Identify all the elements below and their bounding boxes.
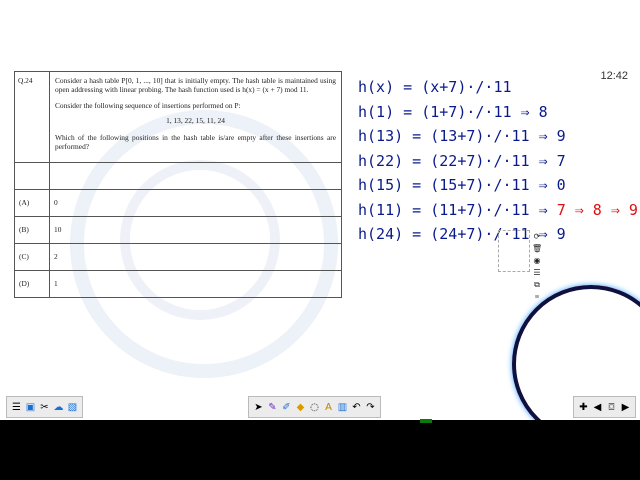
option-label: (B)	[14, 215, 50, 244]
note-line-4: h(22) = (22+7)·/·11 ⇒ 7	[358, 152, 640, 177]
note-probe-sequence: 7 ⇒ 8 ⇒ 9 ⇒ 10	[556, 200, 640, 219]
more-icon[interactable]: ≡	[532, 292, 542, 302]
question-number: Q.24	[14, 71, 50, 163]
note-text: h(22) = (22+7)·/·11 ⇒ 7	[358, 151, 566, 170]
note-text: h(x) = (x+7)·/·11	[358, 78, 512, 96]
whiteboard-canvas[interactable]: 12:42 Q.24 Consider a hash table P[0, 1,…	[0, 0, 640, 420]
fill-icon[interactable]: ▥	[337, 402, 348, 413]
option-value: 2	[49, 242, 342, 271]
selection-box[interactable]	[498, 230, 530, 272]
menu-icon[interactable]: ☰	[11, 402, 22, 413]
option-label: (D)	[14, 269, 50, 298]
highlighter-icon[interactable]: ✐	[281, 402, 292, 413]
option-value: 0	[49, 188, 342, 217]
question-para-2: Consider the following sequence of inser…	[55, 100, 241, 110]
note-text: h(13) = (13+7)·/·11 ⇒ 9	[358, 127, 566, 145]
floating-mini-toolbar: ⟳ 🗑 ◉ ☰ ⧉ ≡	[532, 232, 546, 302]
pointer-icon[interactable]: ➤	[253, 402, 264, 413]
copy-icon[interactable]: ⧉	[532, 280, 542, 290]
note-text: h(11) = (11+7)·/·11 ⇒	[358, 200, 557, 219]
left-dock: ☰ ▣ ✂ ☁ ▧	[6, 396, 83, 418]
monitor-icon[interactable]: ▣	[25, 402, 36, 413]
spacer-row	[14, 161, 342, 190]
lock-icon[interactable]: ◉	[532, 256, 542, 266]
option-row-a[interactable]: (A) 0	[14, 188, 342, 217]
undo-icon[interactable]: ↶	[351, 402, 362, 413]
page-dock: ✚ ◀ ⌼ ▶	[573, 396, 636, 418]
note-line-6: h(11) = (11+7)·/·11 ⇒ 7 ⇒ 8 ⇒ 9 ⇒ 10	[358, 201, 640, 226]
handwritten-notes: h(x) = (x+7)·/·11 h(1) = (1+7)·/·11 ⇒ 8 …	[358, 78, 640, 250]
camera-icon[interactable]: ⌼	[606, 402, 617, 413]
tools-icon[interactable]: ✂	[39, 402, 50, 413]
main-toolbar: ➤ ✎ ✐ ◆ ◌ A ▥ ↶ ↷	[248, 396, 381, 418]
eraser-icon[interactable]: ◌	[309, 402, 320, 413]
layer-icon[interactable]: ☰	[532, 268, 542, 278]
redo-icon[interactable]: ↷	[365, 402, 376, 413]
question-sequence: 1, 13, 22, 15, 11, 24	[166, 115, 225, 125]
question-row: Q.24 Consider a hash table P[0, 1, ..., …	[14, 71, 342, 163]
note-line-3: h(13) = (13+7)·/·11 ⇒ 9	[358, 127, 640, 152]
note-text: h(1) = (1+7)·/·11 ⇒ 8	[358, 102, 548, 121]
note-line-1: h(x) = (x+7)·/·11	[358, 78, 640, 103]
note-text: h(15) = (15+7)·/·11 ⇒ 0	[358, 176, 566, 194]
question-para-3: Which of the following positions in the …	[55, 133, 336, 152]
option-value: 1	[49, 269, 342, 298]
delete-icon[interactable]: 🗑	[532, 244, 542, 254]
text-icon[interactable]: A	[323, 402, 334, 413]
image-icon[interactable]: ▧	[67, 402, 78, 413]
add-page-icon[interactable]: ✚	[578, 402, 589, 413]
option-value: 10	[49, 215, 342, 244]
rotate-icon[interactable]: ⟳	[532, 232, 542, 242]
pen-icon[interactable]: ✎	[267, 402, 278, 413]
cloud-icon[interactable]: ☁	[53, 402, 64, 413]
question-para-1: Consider a hash table P[0, 1, ..., 10] t…	[55, 76, 336, 95]
question-table: Q.24 Consider a hash table P[0, 1, ..., …	[14, 71, 342, 298]
page-indicator	[420, 419, 432, 423]
option-label: (A)	[14, 188, 50, 217]
option-label: (C)	[14, 242, 50, 271]
question-body: Consider a hash table P[0, 1, ..., 10] t…	[49, 71, 342, 163]
note-line-5: h(15) = (15+7)·/·11 ⇒ 0	[358, 176, 640, 201]
option-row-d[interactable]: (D) 1	[14, 269, 342, 298]
prev-page-icon[interactable]: ◀	[592, 402, 603, 413]
option-row-c[interactable]: (C) 2	[14, 242, 342, 271]
next-page-icon[interactable]: ▶	[620, 402, 631, 413]
shapes-icon[interactable]: ◆	[295, 402, 306, 413]
note-line-2: h(1) = (1+7)·/·11 ⇒ 8	[358, 103, 640, 128]
option-row-b[interactable]: (B) 10	[14, 215, 342, 244]
